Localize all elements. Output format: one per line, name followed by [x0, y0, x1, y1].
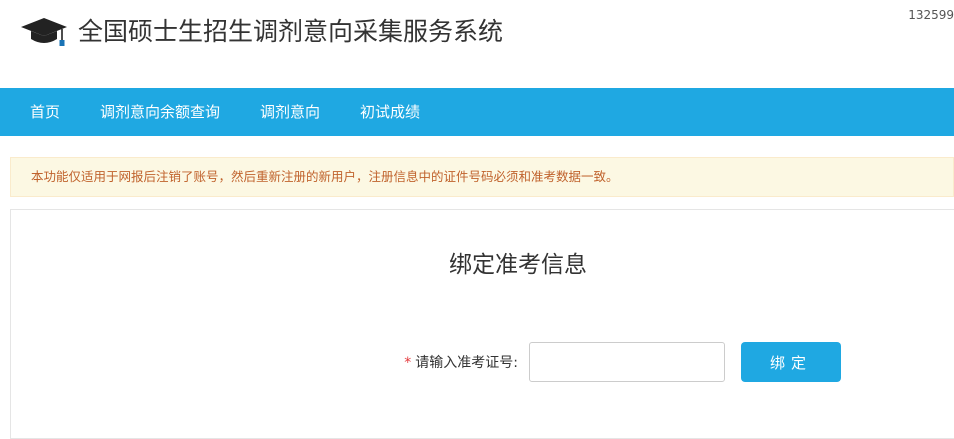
visit-counter: 132599 — [908, 8, 954, 22]
page-header: 全国硕士生招生调剂意向采集服务系统 132599 — [0, 0, 954, 88]
bind-form-title: 绑定准考信息 — [449, 252, 587, 278]
notice-banner: 本功能仅适用于网报后注销了账号，然后重新注册的新用户，注册信息中的证件号码必须和… — [10, 157, 954, 197]
site-title: 全国硕士生招生调剂意向采集服务系统 — [78, 17, 504, 46]
exam-id-label-text: 请输入准考证号: — [415, 355, 518, 371]
exam-id-label: * 请输入准考证号: — [404, 352, 518, 372]
graduation-cap-icon — [20, 14, 68, 48]
main-navbar: 首页 调剂意向余额查询 调剂意向 初试成绩 — [0, 88, 954, 136]
bind-button[interactable]: 绑定 — [741, 342, 841, 382]
bind-form-panel — [10, 209, 954, 439]
nav-item-exam-scores[interactable]: 初试成绩 — [340, 88, 440, 136]
nav-item-balance-query[interactable]: 调剂意向余额查询 — [80, 88, 240, 136]
exam-id-input[interactable] — [529, 342, 725, 382]
nav-item-home[interactable]: 首页 — [0, 88, 80, 136]
nav-item-adjustment-intent[interactable]: 调剂意向 — [240, 88, 340, 136]
required-mark: * — [404, 355, 412, 371]
